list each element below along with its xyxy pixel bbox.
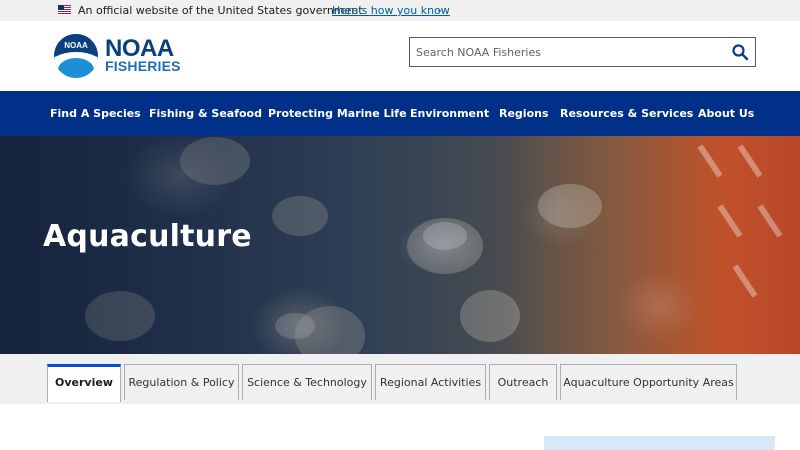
main-nav: Find A Species Fishing & Seafood Protect… bbox=[0, 91, 800, 136]
nav-item-resources-services[interactable]: Resources & Services bbox=[560, 91, 693, 136]
tab-overview[interactable]: Overview bbox=[47, 364, 121, 402]
logo-fisheries-text: FISHERIES bbox=[105, 58, 181, 74]
tab-outreach[interactable]: Outreach bbox=[489, 364, 557, 400]
search-box bbox=[409, 37, 756, 67]
page-title: Aquaculture bbox=[43, 219, 252, 254]
section-tabs: Overview Regulation & Policy Science & T… bbox=[0, 354, 800, 404]
nav-item-fishing-seafood[interactable]: Fishing & Seafood bbox=[149, 91, 262, 136]
gov-banner: An official website of the United States… bbox=[0, 0, 800, 21]
nav-item-find-a-species[interactable]: Find A Species bbox=[50, 91, 141, 136]
search-icon[interactable] bbox=[731, 43, 749, 61]
site-header: NOAA NOAA FISHERIES bbox=[0, 21, 800, 91]
search-input[interactable] bbox=[410, 38, 720, 66]
nav-item-about-us[interactable]: About Us bbox=[698, 91, 754, 136]
tab-science-technology[interactable]: Science & Technology bbox=[242, 364, 372, 400]
hero-banner: Aquaculture bbox=[0, 136, 800, 354]
tab-regulation-policy[interactable]: Regulation & Policy bbox=[124, 364, 239, 400]
us-flag-icon bbox=[58, 5, 71, 15]
nav-item-protecting-marine-life[interactable]: Protecting Marine Life bbox=[268, 91, 407, 136]
tab-regional-activities[interactable]: Regional Activities bbox=[375, 364, 486, 400]
gov-banner-text: An official website of the United States… bbox=[78, 4, 363, 17]
chevron-down-icon[interactable]: ⌄ bbox=[436, 5, 444, 15]
logo-badge-text: NOAA bbox=[64, 41, 88, 50]
noaa-emblem-icon: NOAA bbox=[54, 34, 98, 78]
sidebar-panel bbox=[544, 436, 775, 450]
nav-item-regions[interactable]: Regions bbox=[499, 91, 549, 136]
nav-item-environment[interactable]: Environment bbox=[410, 91, 489, 136]
tab-aquaculture-opportunity-areas[interactable]: Aquaculture Opportunity Areas bbox=[560, 364, 737, 400]
heres-how-you-know-link[interactable]: Here’s how you know bbox=[332, 4, 450, 17]
